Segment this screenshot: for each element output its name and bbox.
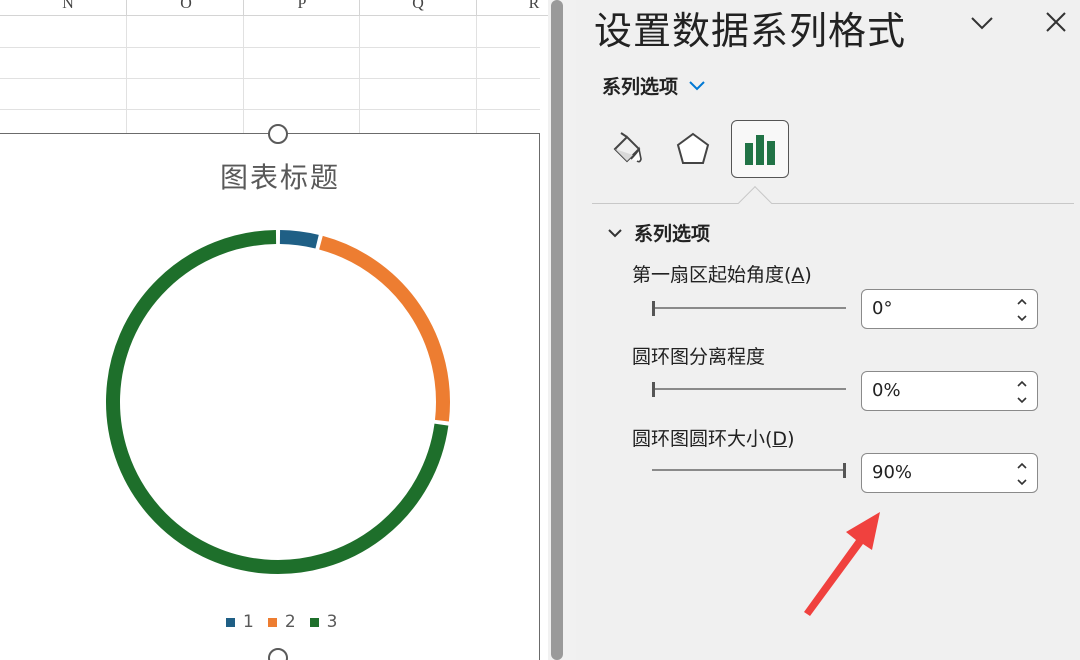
hole-size-slider[interactable] [652,463,846,478]
legend-item-1[interactable]: 1 [226,612,254,632]
slider-thumb[interactable] [652,301,655,316]
chevron-down-icon [608,228,622,237]
slider-thumb[interactable] [652,382,655,397]
spin-down-icon[interactable] [1015,393,1029,407]
section-series-options-header[interactable]: 系列选项 [608,219,710,246]
first-slice-angle-spinner[interactable]: 0° [861,289,1038,329]
chevron-down-icon [689,80,705,90]
slider-thumb[interactable] [843,463,846,478]
spin-down-icon[interactable] [1015,311,1029,325]
format-data-series-pane: 设置数据系列格式 系列选项 系列选项 第一扇区起始角度(A) 0° 圆环图分离程… [576,0,1080,660]
series-options-dropdown-label: 系列选项 [602,76,679,98]
doughnut-chart[interactable] [0,0,548,660]
excel-window: N O P Q R 图表标题 123 设置数据系列格式 系列选项 系列选项 第一… [0,0,1080,660]
tab-series-options[interactable] [731,120,789,178]
doughnut-slice-2[interactable] [319,235,450,422]
spin-up-icon[interactable] [1015,459,1029,473]
tab-effects[interactable] [664,120,722,178]
pane-title: 设置数据系列格式 [594,9,907,53]
legend-swatch [226,617,235,627]
explosion-label: 圆环图分离程度 [632,346,766,368]
tab-fill-line[interactable] [598,120,656,178]
spinner-value[interactable]: 0° [872,298,892,319]
legend-swatch [309,617,319,627]
legend-label: 3 [326,612,338,632]
hole-size-label: 圆环图圆环大小(D) [632,428,795,450]
tab-selection-pointer [738,186,772,220]
worksheet-area[interactable]: N O P Q R 图表标题 123 [0,0,548,660]
first-slice-angle-slider[interactable] [652,301,846,316]
explosion-slider[interactable] [652,382,846,397]
vertical-scrollbar[interactable] [551,0,563,660]
spinner-value[interactable]: 0% [872,380,901,401]
legend-item-2[interactable]: 2 [267,612,296,632]
close-icon [1046,12,1066,32]
chevron-down-icon [971,17,993,30]
doughnut-slice-1[interactable] [279,230,319,249]
first-slice-angle-label: 第一扇区起始角度(A) [632,264,812,286]
legend-label: 2 [284,612,296,632]
spin-up-icon[interactable] [1015,295,1029,309]
spin-up-icon[interactable] [1015,377,1029,391]
explosion-spinner[interactable]: 0% [861,371,1038,411]
legend-label: 1 [243,612,254,632]
section-title: 系列选项 [634,223,711,245]
pane-options-button[interactable] [968,8,996,36]
chart-legend[interactable]: 1 2 3 [226,611,351,633]
spinner-value[interactable]: 90% [872,462,912,483]
hole-size-spinner[interactable]: 90% [861,453,1038,493]
paint-bucket-icon [613,132,642,163]
legend-swatch [267,617,277,627]
tab-divider [592,203,1074,204]
legend-item-3[interactable]: 3 [309,612,338,632]
spin-down-icon[interactable] [1015,475,1029,489]
pentagon-icon [676,132,710,164]
pane-close-button[interactable] [1042,8,1070,36]
bar-chart-icon [745,135,775,165]
series-options-dropdown[interactable]: 系列选项 [602,72,706,99]
annotation-arrow [804,512,880,616]
